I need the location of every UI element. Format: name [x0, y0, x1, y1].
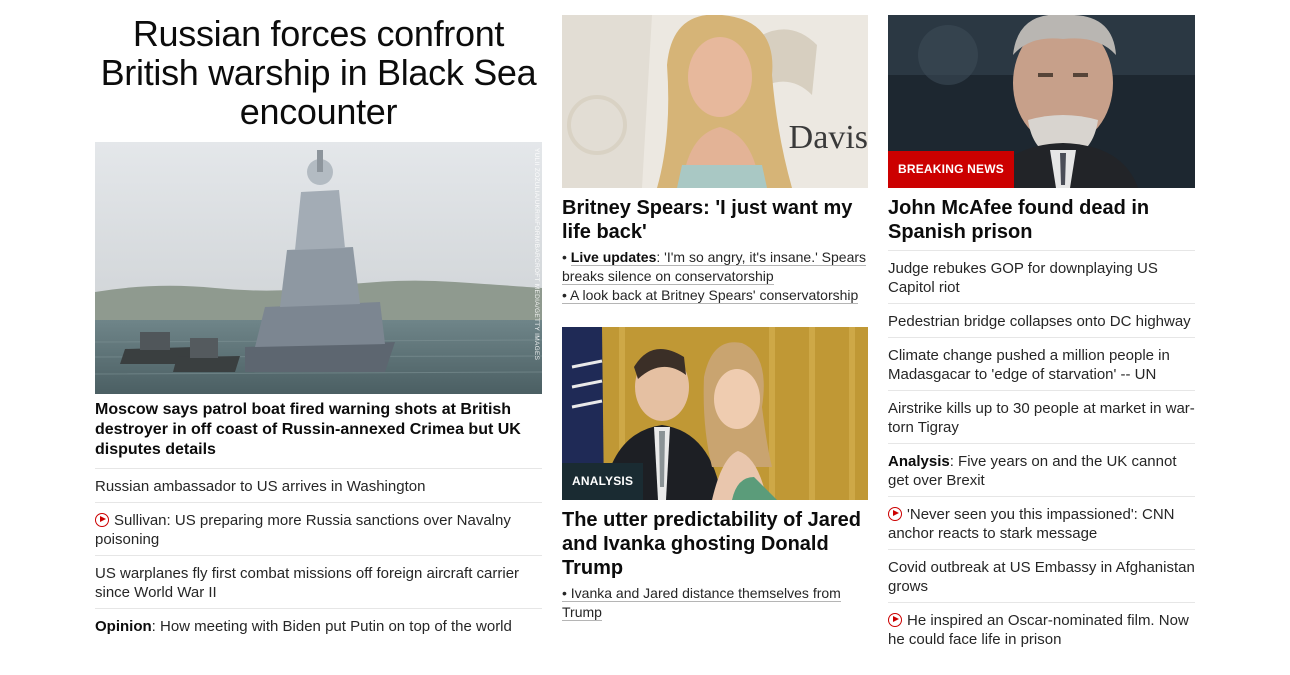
britney-spears-image[interactable]: Davis [562, 15, 868, 188]
britney-headline[interactable]: Britney Spears: 'I just want my life bac… [562, 196, 868, 244]
list-item[interactable]: Airstrike kills up to 30 people at marke… [888, 390, 1195, 443]
latest-news-list: Judge rebukes GOP for downplaying US Cap… [888, 250, 1195, 655]
list-item[interactable]: US warplanes fly first combat missions o… [95, 555, 542, 608]
mcafee-headline[interactable]: John McAfee found dead in Spanish prison [888, 196, 1195, 244]
list-item[interactable]: Analysis: Five years on and the UK canno… [888, 443, 1195, 496]
warship-image[interactable]: YULII ZOZULIA/UKRINFORM/BARCROFT MEDIA/G… [95, 142, 542, 394]
play-icon [888, 613, 902, 627]
john-mcafee-image[interactable]: BREAKING NEWS [888, 15, 1195, 188]
britney-related-links: • Live updates: 'I'm so angry, it's insa… [562, 249, 867, 304]
play-icon [95, 513, 109, 527]
jared-ivanka-image[interactable]: ANALYSIS [562, 327, 868, 500]
list-item[interactable]: Judge rebukes GOP for downplaying US Cap… [888, 250, 1195, 303]
live-updates-link[interactable]: Live updates: 'I'm so angry, it's insane… [562, 249, 867, 285]
play-icon [888, 507, 902, 521]
list-item[interactable]: Sullivan: US preparing more Russia sanct… [95, 502, 542, 555]
breaking-news-badge: BREAKING NEWS [888, 151, 1014, 188]
background-sign-text: Davis [788, 119, 868, 156]
list-item[interactable]: He inspired an Oscar-nominated film. Now… [888, 602, 1195, 655]
list-item[interactable]: Opinion: How meeting with Biden put Puti… [95, 608, 542, 642]
opinion-label: Opinion [95, 618, 152, 635]
conservatorship-link[interactable]: • A look back at Britney Spears' conserv… [562, 287, 859, 304]
lead-headline[interactable]: Moscow says patrol boat fired warning sh… [95, 400, 542, 460]
jared-ivanka-related-links: • Ivanka and Jared distance themselves f… [562, 584, 868, 622]
lead-related-list: Russian ambassador to US arrives in Wash… [95, 468, 542, 642]
analysis-badge: ANALYSIS [562, 463, 644, 500]
distance-link[interactable]: • Ivanka and Jared distance themselves f… [562, 585, 841, 621]
list-item[interactable]: Russian ambassador to US arrives in Wash… [95, 468, 542, 502]
photo-credit: YULII ZOZULIA/UKRINFORM/BARCROFT MEDIA/G… [533, 148, 540, 361]
list-item[interactable]: Pedestrian bridge collapses onto DC high… [888, 303, 1195, 337]
list-item[interactable]: Climate change pushed a million people i… [888, 337, 1195, 390]
list-item[interactable]: Covid outbreak at US Embassy in Afghanis… [888, 549, 1195, 602]
jared-ivanka-headline[interactable]: The utter predictability of Jared and Iv… [562, 508, 868, 580]
lead-title[interactable]: Russian forces confront British warship … [95, 14, 542, 131]
analysis-label: Analysis [888, 453, 950, 470]
list-item[interactable]: 'Never seen you this impassioned': CNN a… [888, 496, 1195, 549]
